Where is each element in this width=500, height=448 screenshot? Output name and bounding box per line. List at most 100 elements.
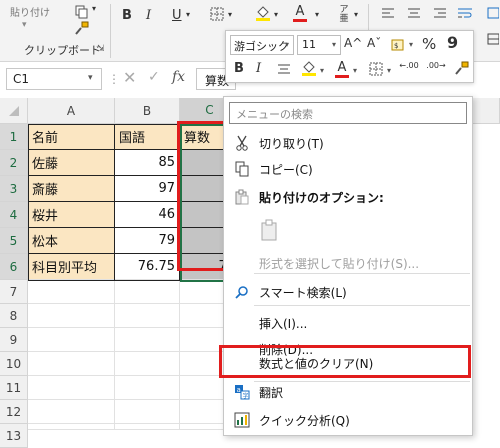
- cell-a3[interactable]: 斎藤: [28, 176, 115, 202]
- font-color-button[interactable]: A: [292, 2, 308, 24]
- menu-item-paste-button[interactable]: [224, 213, 472, 247]
- insert-function-icon[interactable]: fx: [172, 69, 185, 85]
- align-center-icon[interactable]: [406, 6, 422, 20]
- phonetic-guide-button[interactable]: ア亜: [336, 6, 352, 24]
- phonetic-dropdown-arrow[interactable]: ▾: [354, 10, 358, 19]
- mini-font-color-button[interactable]: A: [334, 58, 350, 80]
- cell-b13[interactable]: [115, 424, 180, 430]
- fill-color-dropdown-arrow[interactable]: ▾: [274, 10, 278, 19]
- percent-style-button[interactable]: %: [422, 35, 436, 53]
- cell-a4[interactable]: 桜井: [28, 202, 115, 228]
- mini-align-center-icon[interactable]: [276, 62, 292, 76]
- cell-b12[interactable]: [115, 400, 180, 424]
- cancel-icon[interactable]: ✕: [123, 68, 136, 87]
- cell-a12[interactable]: [28, 400, 115, 424]
- cell-a6[interactable]: 科目別平均: [28, 254, 115, 280]
- cell-b7[interactable]: [115, 280, 180, 304]
- font-name-dropdown-arrow[interactable]: ▾: [285, 40, 289, 49]
- row-header-13[interactable]: 13: [0, 424, 28, 448]
- copy-dropdown-arrow[interactable]: ▾: [92, 4, 96, 13]
- mini-borders-dropdown-arrow[interactable]: ▾: [387, 66, 391, 75]
- cell-b8[interactable]: [115, 304, 180, 328]
- increase-decimal-button[interactable]: ←.00: [398, 62, 420, 70]
- italic-button[interactable]: I: [146, 8, 151, 23]
- row-header-10[interactable]: 10: [0, 352, 28, 376]
- cell-a2[interactable]: 佐藤: [28, 150, 115, 176]
- mini-format-painter-icon[interactable]: [454, 60, 470, 76]
- borders-icon[interactable]: [209, 6, 225, 22]
- paste-button-label[interactable]: 貼り付け: [10, 4, 50, 19]
- menu-item-copy[interactable]: コピー(C): [224, 155, 472, 183]
- cell-b10[interactable]: [115, 352, 180, 376]
- clipboard-dialog-launcher[interactable]: ⇲: [97, 44, 105, 54]
- row-header-12[interactable]: 12: [0, 400, 28, 424]
- menu-item-translate[interactable]: a字 翻訳: [224, 378, 472, 406]
- increase-font-size-button[interactable]: A^: [344, 36, 362, 50]
- row-header-2[interactable]: 2: [0, 150, 28, 176]
- merge-center-icon[interactable]: [486, 6, 500, 20]
- mini-italic-button[interactable]: I: [256, 61, 261, 76]
- column-header-a[interactable]: A: [28, 98, 115, 124]
- select-all-corner[interactable]: [0, 98, 28, 124]
- underline-dropdown-arrow[interactable]: ▾: [186, 10, 190, 19]
- row-header-3[interactable]: 3: [0, 176, 28, 202]
- cell-a1[interactable]: 名前: [28, 124, 115, 150]
- svg-text:字: 字: [243, 392, 249, 400]
- cell-a11[interactable]: [28, 376, 115, 400]
- mini-font-color-dropdown-arrow[interactable]: ▾: [353, 66, 357, 75]
- cell-b9[interactable]: [115, 328, 180, 352]
- cell-b6[interactable]: 76.75: [115, 254, 180, 280]
- paste-dropdown-arrow[interactable]: ▾: [22, 20, 27, 30]
- cell-a5[interactable]: 松本: [28, 228, 115, 254]
- align-left-icon[interactable]: [380, 6, 396, 20]
- mini-bold-button[interactable]: B: [234, 61, 244, 76]
- menu-search-input[interactable]: メニューの検索: [229, 102, 467, 124]
- name-box-dropdown-arrow[interactable]: ▾: [88, 73, 93, 83]
- formula-bar-handle[interactable]: ⋮: [108, 72, 120, 86]
- cell-b3[interactable]: 97: [115, 176, 180, 202]
- cell-b5[interactable]: 79: [115, 228, 180, 254]
- merge-cells-icon[interactable]: [486, 32, 500, 46]
- mini-fill-color-icon[interactable]: [300, 59, 318, 77]
- menu-item-clear-contents[interactable]: 数式と値のクリア(N): [224, 349, 472, 377]
- format-painter-icon[interactable]: [74, 20, 90, 36]
- copy-icon[interactable]: [74, 4, 90, 20]
- cell-a10[interactable]: [28, 352, 115, 376]
- row-header-5[interactable]: 5: [0, 228, 28, 254]
- menu-item-smart-lookup[interactable]: スマート検索(L): [224, 278, 472, 306]
- decrease-font-size-button[interactable]: Aˇ: [367, 36, 381, 50]
- row-header-8[interactable]: 8: [0, 304, 28, 328]
- column-header-b[interactable]: B: [115, 98, 180, 124]
- comma-style-button[interactable]: 9: [447, 33, 458, 52]
- borders-dropdown-arrow[interactable]: ▾: [228, 10, 232, 19]
- bold-button[interactable]: B: [122, 8, 132, 23]
- number-format-icon[interactable]: $: [390, 36, 408, 54]
- row-header-9[interactable]: 9: [0, 328, 28, 352]
- row-header-1[interactable]: 1: [0, 124, 28, 150]
- underline-button[interactable]: U: [172, 8, 182, 23]
- cell-a8[interactable]: [28, 304, 115, 328]
- fill-color-icon[interactable]: [254, 4, 272, 22]
- cell-a9[interactable]: [28, 328, 115, 352]
- font-color-dropdown-arrow[interactable]: ▾: [315, 10, 319, 19]
- wrap-text-icon[interactable]: [456, 6, 474, 20]
- row-header-4[interactable]: 4: [0, 202, 28, 228]
- enter-icon[interactable]: ✓: [148, 69, 160, 85]
- cell-b1[interactable]: 国語: [115, 124, 180, 150]
- row-header-11[interactable]: 11: [0, 376, 28, 400]
- mini-fill-color-dropdown-arrow[interactable]: ▾: [320, 66, 324, 75]
- number-format-dropdown-arrow[interactable]: ▾: [409, 40, 413, 49]
- menu-item-insert[interactable]: 挿入(I)...: [224, 309, 472, 337]
- mini-borders-icon[interactable]: [368, 62, 384, 76]
- cell-b4[interactable]: 46: [115, 202, 180, 228]
- menu-item-cut[interactable]: 切り取り(T): [224, 129, 472, 157]
- cell-b11[interactable]: [115, 376, 180, 400]
- cell-b2[interactable]: 85: [115, 150, 180, 176]
- cell-a7[interactable]: [28, 280, 115, 304]
- row-header-6[interactable]: 6: [0, 254, 28, 280]
- decrease-decimal-button[interactable]: .00→: [425, 62, 447, 70]
- cell-a13[interactable]: [28, 424, 115, 430]
- align-right-icon[interactable]: [432, 6, 448, 20]
- font-size-dropdown-arrow[interactable]: ▾: [332, 40, 336, 49]
- row-header-7[interactable]: 7: [0, 280, 28, 304]
